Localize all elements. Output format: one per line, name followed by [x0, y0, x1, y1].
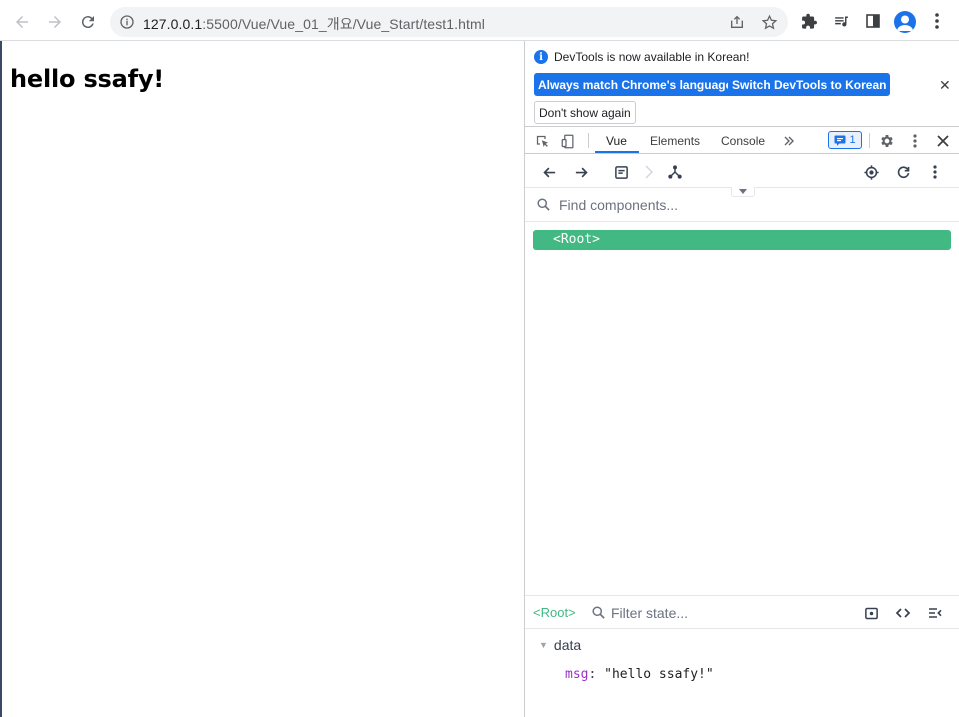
- issues-count: 1: [849, 134, 856, 146]
- bookmark-star-icon[interactable]: [758, 11, 780, 33]
- code-icon[interactable]: [894, 604, 912, 622]
- state-section-title[interactable]: ▼ data: [539, 637, 581, 653]
- app-selector-icon[interactable]: [611, 162, 631, 182]
- issues-badge[interactable]: 1: [828, 131, 862, 149]
- scroll-to-component-icon[interactable]: [862, 604, 880, 622]
- browser-toolbar: 127.0.0.1:5500/Vue/Vue_01_개요/Vue_Start/t…: [0, 0, 959, 41]
- refresh-icon[interactable]: [893, 162, 913, 182]
- dont-show-again-button[interactable]: Don't show again: [534, 101, 636, 124]
- arrow-left-icon[interactable]: [539, 162, 559, 182]
- extensions-icon[interactable]: [798, 10, 820, 32]
- infobar-message: DevTools is now available in Korean!: [554, 50, 750, 64]
- components-tree-icon[interactable]: [665, 162, 685, 182]
- arrow-right-icon[interactable]: [571, 162, 591, 182]
- language-infobar: i DevTools is now available in Korean! A…: [525, 41, 959, 127]
- back-icon[interactable]: [10, 10, 34, 34]
- collapse-panel-icon[interactable]: [926, 604, 944, 622]
- switch-korean-button[interactable]: Switch DevTools to Korean: [728, 73, 891, 96]
- chevron-down-icon[interactable]: [731, 187, 755, 197]
- vue-menu-icon[interactable]: [925, 162, 945, 182]
- page-heading: hello ssafy!: [10, 65, 165, 93]
- tab-elements[interactable]: Elements: [650, 134, 700, 148]
- device-toolbar-icon[interactable]: [559, 132, 577, 150]
- state-key: msg: [565, 667, 589, 682]
- inspect-element-icon[interactable]: [533, 132, 551, 150]
- state-value: "hello ssafy!": [604, 667, 714, 682]
- state-inspector-header: <Root>: [525, 595, 959, 629]
- address-bar[interactable]: 127.0.0.1:5500/Vue/Vue_01_개요/Vue_Start/t…: [110, 7, 788, 37]
- devtools-tabbar: Vue Elements Console 1: [525, 127, 959, 154]
- active-tab-indicator: [595, 151, 639, 153]
- tab-console[interactable]: Console: [721, 134, 765, 148]
- settings-gear-icon[interactable]: [878, 132, 896, 150]
- collapse-triangle-icon[interactable]: ▼: [539, 640, 548, 650]
- tab-separator: [869, 133, 870, 148]
- close-devtools-icon[interactable]: [934, 132, 952, 150]
- media-control-icon[interactable]: [830, 10, 852, 32]
- state-row[interactable]: msg: "hello ssafy!": [565, 667, 714, 682]
- tab-vue[interactable]: Vue: [606, 134, 627, 148]
- share-icon[interactable]: [726, 11, 748, 33]
- state-section-label: data: [553, 637, 582, 653]
- more-tabs-icon[interactable]: [780, 132, 798, 150]
- vue-toolbar: [525, 155, 959, 188]
- devtools-menu-icon[interactable]: [906, 132, 924, 150]
- search-icon: [591, 605, 606, 625]
- devtools-panel: i DevTools is now available in Korean! A…: [524, 41, 959, 717]
- forward-icon[interactable]: [43, 10, 67, 34]
- url-text: 127.0.0.1:5500/Vue/Vue_01_개요/Vue_Start/t…: [143, 14, 485, 34]
- component-tree-root[interactable]: <Root>: [533, 230, 951, 250]
- filter-state-input[interactable]: [611, 602, 851, 624]
- match-language-button[interactable]: Always match Chrome's language: [534, 73, 737, 96]
- issues-icon: [834, 135, 846, 146]
- browser-menu-icon[interactable]: [926, 10, 948, 32]
- page-viewport: hello ssafy!: [0, 41, 524, 717]
- state-colon: :: [588, 667, 605, 682]
- select-component-icon[interactable]: [861, 162, 881, 182]
- close-icon[interactable]: ✕: [939, 77, 951, 94]
- breadcrumb-chevron-icon: [639, 162, 659, 182]
- reload-icon[interactable]: [76, 10, 100, 34]
- selected-component-label: <Root>: [533, 605, 576, 620]
- search-icon: [536, 197, 551, 217]
- url-host: 127.0.0.1: [143, 16, 203, 32]
- side-panel-icon[interactable]: [862, 10, 884, 32]
- site-info-icon[interactable]: [116, 11, 138, 33]
- profile-avatar-icon[interactable]: [894, 11, 916, 33]
- find-components-input[interactable]: [559, 194, 939, 216]
- tab-separator: [588, 133, 589, 148]
- url-path: :5500/Vue/Vue_01_개요/Vue_Start/test1.html: [202, 16, 486, 32]
- info-icon: i: [534, 50, 548, 64]
